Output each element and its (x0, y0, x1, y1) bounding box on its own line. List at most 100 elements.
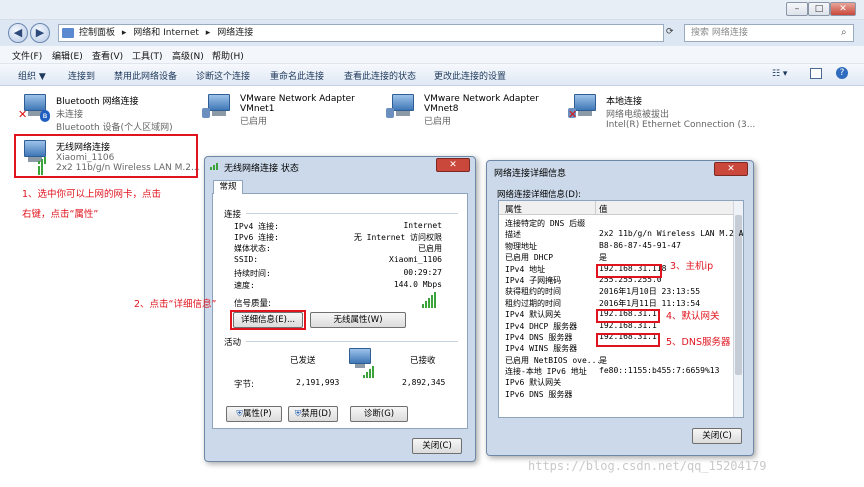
value-cell: B8-86-87-45-91-47 (599, 240, 681, 250)
address-bar[interactable]: 控制面板 ▸ 网络和 Internet ▸ 网络连接 (58, 24, 664, 42)
table-row[interactable]: IPv6 默认网关 (499, 377, 735, 388)
menu-view[interactable]: 查看(V) (92, 49, 123, 62)
scrollbar-thumb[interactable] (735, 215, 742, 375)
wireless-signal-icon (210, 160, 220, 170)
breadcrumb-control-panel[interactable]: 控制面板 (79, 28, 115, 38)
back-button[interactable]: ◀ (8, 23, 28, 43)
table-row[interactable]: IPv6 DNS 服务器 (499, 389, 735, 400)
adapter-device: 已启用 (240, 117, 268, 127)
table-row[interactable]: 已启用 NetBIOS ove... 是 (499, 355, 735, 366)
property-cell: IPv6 DNS 服务器 (505, 389, 573, 399)
vmware-adapter-icon[interactable] (386, 94, 416, 120)
adapter-vmnet8[interactable]: VMware Network Adapter VMnet8 已启用 (424, 94, 539, 127)
bluetooth-icon: ʙ (40, 110, 50, 122)
adapter-wireless[interactable]: 无线网络连接 Xiaomi_1106 2x2 11b/g/n Wireless … (56, 140, 200, 173)
table-row[interactable]: 获得租约的时间 2016年1月10日 23:13:55 (499, 286, 735, 297)
status-close-button[interactable]: 关闭(C) (412, 438, 462, 454)
adapter-device: Bluetooth 设备(个人区域网) (56, 123, 173, 133)
vmware-adapter-icon[interactable] (202, 94, 232, 120)
view-status-button[interactable]: 查看此连接的状态 (344, 69, 416, 82)
property-cell: 已启用 NetBIOS ove... (505, 355, 602, 365)
adapter-bluetooth[interactable]: Bluetooth 网络连接 未连接 Bluetooth 设备(个人区域网) (56, 94, 173, 133)
property-cell: 连接-本地 IPv6 地址 (505, 367, 587, 377)
adapter-device: 已启用 (424, 117, 452, 127)
property-cell: 描述 (505, 230, 521, 240)
column-property[interactable]: 属性 (505, 203, 522, 215)
duration-label: 持续时间: (234, 269, 271, 278)
change-settings-button[interactable]: 更改此连接的设置 (434, 69, 506, 82)
diagnose-button[interactable]: 诊断(G) (350, 406, 408, 422)
section-activity: 活动 (224, 338, 242, 348)
ethernet-adapter-icon[interactable]: ✕ (568, 94, 598, 121)
connect-to-button[interactable]: 连接到 (68, 69, 95, 82)
help-icon[interactable]: ? (836, 67, 848, 79)
column-value[interactable]: 值 (599, 203, 608, 215)
adapter-vmnet1[interactable]: VMware Network Adapter VMnet1 已启用 (240, 94, 355, 127)
table-row[interactable]: 连接-本地 IPv6 地址 fe80::1155:b455:7:6659%13 (499, 366, 735, 377)
details-dialog-close-icon[interactable]: ✕ (714, 162, 748, 176)
sent-label: 已发送 (290, 356, 316, 366)
menu-advanced[interactable]: 高级(N) (172, 49, 204, 62)
property-cell: IPv4 子网掩码 (505, 275, 562, 285)
signal-bars-icon (38, 154, 48, 175)
disable-button[interactable]: ⛨禁用(D) (288, 406, 338, 422)
property-cell: IPv4 DHCP 服务器 (505, 321, 578, 331)
wireless-adapter-icon[interactable] (18, 140, 48, 175)
maximize-button[interactable]: □ (808, 2, 830, 16)
error-x-icon: ✕ (18, 108, 28, 121)
menu-bar (0, 46, 864, 64)
annotation-step1-line2: 右键，点击“属性” (22, 209, 99, 220)
bluetooth-adapter-icon[interactable]: ʙ ✕ (18, 94, 50, 122)
watermark-text: https://blog.csdn.net/qq_15204179 (528, 459, 767, 473)
gateway-highlight-box (596, 309, 660, 323)
breadcrumb-separator-icon: ▸ (205, 28, 211, 38)
table-row[interactable]: 物理地址 B8-86-87-45-91-47 (499, 241, 735, 252)
control-panel-icon (62, 28, 74, 38)
forward-button[interactable]: ▶ (30, 23, 50, 43)
close-window-button[interactable]: ✕ (830, 2, 856, 16)
menu-tools[interactable]: 工具(T) (132, 49, 163, 62)
refresh-icon[interactable]: ⟳ (666, 27, 674, 37)
organize-button[interactable]: 组织 ▼ (18, 69, 46, 82)
bytes-received-value: 2,892,345 (402, 378, 446, 387)
wireless-properties-button[interactable]: 无线属性(W) (310, 312, 406, 328)
breadcrumb-network-connections[interactable]: 网络连接 (217, 28, 253, 38)
breadcrumb-network-internet[interactable]: 网络和 Internet (133, 28, 199, 38)
media-state-label: 媒体状态: (234, 244, 271, 253)
table-row[interactable]: 描述 2x2 11b/g/n Wireless LAN M.2 A (499, 229, 743, 240)
details-close-button[interactable]: 关闭(C) (692, 428, 742, 444)
annotation-step3: 3、主机ip (670, 261, 714, 272)
diagnose-connection-button[interactable]: 诊断这个连接 (196, 69, 250, 82)
view-options-icon[interactable]: ☷ ▾ (772, 69, 787, 79)
minimize-button[interactable]: – (786, 2, 808, 16)
value-cell: 是 (599, 253, 607, 263)
menu-file[interactable]: 文件(F) (12, 49, 42, 62)
property-cell: 物理地址 (505, 241, 537, 251)
menu-edit[interactable]: 编辑(E) (52, 49, 83, 62)
adapter-status: VMnet1 (240, 104, 275, 114)
menu-help[interactable]: 帮助(H) (212, 49, 244, 62)
search-icon: ⌕ (841, 27, 847, 38)
adapter-ssid: Xiaomi_1106 (56, 153, 115, 163)
ipv4-address-highlight-box (596, 264, 662, 278)
adapter-name: 本地连接 (606, 97, 643, 107)
search-input[interactable]: 搜索 网络连接 (684, 24, 854, 42)
error-x-icon: ✕ (568, 108, 578, 121)
table-row[interactable]: 连接特定的 DNS 后缀 (499, 218, 735, 229)
details-button[interactable]: 详细信息(E)... (233, 312, 303, 328)
rename-connection-button[interactable]: 重命名此连接 (270, 69, 324, 82)
annotation-step5: 5、DNS服务器 (666, 337, 731, 348)
adapter-status: 网络电缆被拔出 (606, 110, 670, 120)
properties-button[interactable]: ⛨属性(P) (226, 406, 282, 422)
tab-general[interactable]: 常规 (213, 180, 243, 194)
adapter-local[interactable]: 本地连接 网络电缆被拔出 Intel(R) Ethernet Connectio… (606, 94, 755, 130)
received-label: 已接收 (410, 356, 436, 366)
property-cell: IPv4 DNS 服务器 (505, 332, 573, 342)
details-caption: 网络连接详细信息(D): (497, 190, 582, 200)
status-dialog-close-button[interactable]: ✕ (436, 158, 470, 172)
adapter-device: 2x2 11b/g/n Wireless LAN M.2... (56, 163, 200, 173)
preview-pane-icon[interactable] (810, 68, 822, 79)
disable-device-button[interactable]: 禁用此网络设备 (114, 69, 177, 82)
speed-label: 速度: (234, 281, 255, 290)
breadcrumb-separator-icon: ▸ (121, 28, 127, 38)
